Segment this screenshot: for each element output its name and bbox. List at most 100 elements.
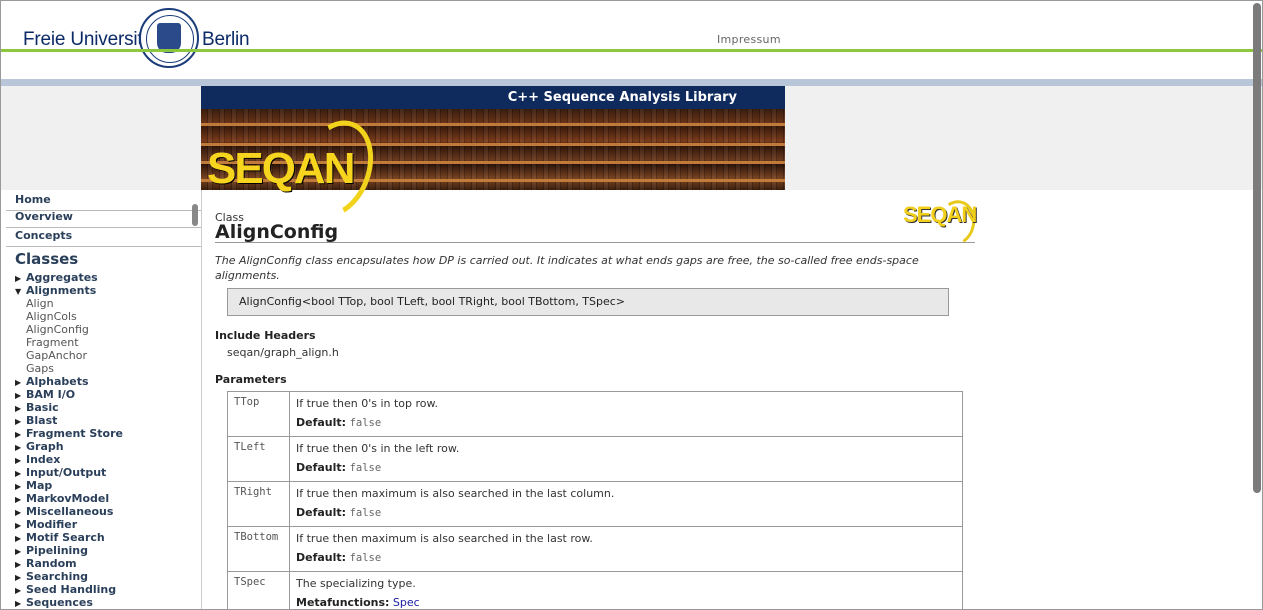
expand-arrow-icon[interactable]: ▶ xyxy=(15,417,26,426)
class-group-item[interactable]: ▶ Modifier xyxy=(15,518,77,531)
class-link[interactable]: AlignConfig xyxy=(26,323,89,336)
parameters-table: TTop If true then 0's in top row. Default:… xyxy=(227,391,963,609)
page-scrollbar[interactable] xyxy=(1253,3,1261,493)
university-name[interactable]: Freie Universität xyxy=(23,29,158,51)
param-name: TTop xyxy=(227,391,290,437)
class-group-item[interactable]: ▶ Motif Search xyxy=(15,531,105,544)
default-value: false xyxy=(349,507,382,519)
expand-arrow-icon[interactable]: ▶ xyxy=(15,274,26,283)
param-name: TLeft xyxy=(227,436,290,482)
sidebar: Home Overview Concepts Classes ▶ Aggregat… xyxy=(6,190,201,609)
seqan-banner: C++ Sequence Analysis Library SEQAN xyxy=(201,86,785,228)
impressum-link[interactable]: Impressum xyxy=(717,33,781,46)
class-group-item[interactable]: ▶ Alphabets xyxy=(15,375,89,388)
param-default: Default: false xyxy=(296,506,382,519)
banner-title: C++ Sequence Analysis Library xyxy=(507,90,737,105)
university-city[interactable]: Berlin xyxy=(202,29,250,51)
expand-arrow-icon[interactable]: ▶ xyxy=(15,573,26,582)
class-group-item[interactable]: ▶ BAM I/O xyxy=(15,388,75,401)
class-group-item[interactable]: ▶ Miscellaneous xyxy=(15,505,113,518)
expand-arrow-icon[interactable]: ▶ xyxy=(15,482,26,491)
param-description: If true then 0's in the left row. xyxy=(296,442,460,455)
param-default: Default: false xyxy=(296,416,382,429)
expand-arrow-icon[interactable]: ▶ xyxy=(15,391,26,400)
bookshelf-image: SEQAN xyxy=(201,109,785,228)
sidebar-divider xyxy=(201,190,202,609)
class-link[interactable]: Fragment xyxy=(26,336,79,349)
class-link[interactable]: GapAnchor xyxy=(26,349,87,362)
expand-arrow-icon[interactable]: ▶ xyxy=(15,495,26,504)
default-value: false xyxy=(349,417,382,429)
title-rule xyxy=(215,242,975,243)
param-row: TSpec The specializing type. Metafunctions… xyxy=(227,571,963,609)
sidebar-scrollbar[interactable] xyxy=(192,204,198,226)
expand-arrow-icon[interactable]: ▶ xyxy=(15,404,26,413)
class-group-item[interactable]: ▶ Graph xyxy=(15,440,64,453)
expand-arrow-icon[interactable]: ▶ xyxy=(15,456,26,465)
param-default: Default: false xyxy=(296,461,382,474)
param-row: TBottom If true then maximum is also sear… xyxy=(227,526,963,572)
param-name: TSpec xyxy=(227,571,290,609)
spec-link[interactable]: Spec xyxy=(393,596,420,609)
class-group-item[interactable]: ▶ Fragment Store xyxy=(15,427,123,440)
signature-box: AlignConfig<bool TTop, bool TLeft, bool … xyxy=(227,288,949,316)
expand-arrow-icon[interactable]: ▶ xyxy=(15,586,26,595)
nav-overview[interactable]: Overview xyxy=(15,210,73,223)
class-group-item[interactable]: ▶ Basic xyxy=(15,401,59,414)
param-row: TRight If true then maximum is also searc… xyxy=(227,481,963,527)
param-row: TTop If true then 0's in top row. Default:… xyxy=(227,391,963,437)
expand-arrow-icon[interactable]: ▶ xyxy=(15,560,26,569)
collapse-arrow-icon[interactable]: ▼ xyxy=(15,287,26,296)
expand-arrow-icon[interactable]: ▶ xyxy=(15,469,26,478)
header-bar xyxy=(1,79,1262,86)
page-title: AlignConfig xyxy=(215,221,339,243)
class-group-item[interactable]: ▶ Index xyxy=(15,453,60,466)
seqan-small-logo: SEQAN xyxy=(903,202,977,227)
class-group-item[interactable]: ▶ MarkovModel xyxy=(15,492,109,505)
param-default: Default: false xyxy=(296,551,382,564)
param-metafunctions: Metafunctions: Spec xyxy=(296,596,420,609)
nav-concepts[interactable]: Concepts xyxy=(15,229,72,242)
class-group-item[interactable]: ▶ Pipelining xyxy=(15,544,88,557)
class-group-item[interactable]: ▶ Aggregates xyxy=(15,271,98,284)
university-seal-icon[interactable] xyxy=(139,8,199,68)
nav-home[interactable]: Home xyxy=(15,193,51,206)
header-divider xyxy=(1,49,1262,52)
expand-arrow-icon[interactable]: ▶ xyxy=(15,430,26,439)
class-group-item[interactable]: ▼ Alignments xyxy=(15,284,96,297)
class-link[interactable]: Gaps xyxy=(26,362,54,375)
class-link[interactable]: AlignCols xyxy=(26,310,77,323)
include-heading: Include Headers xyxy=(215,329,316,342)
expand-arrow-icon[interactable]: ▶ xyxy=(15,599,26,608)
include-file: seqan/graph_align.h xyxy=(227,346,339,359)
param-description: If true then 0's in top row. xyxy=(296,397,438,410)
default-value: false xyxy=(349,552,382,564)
expand-arrow-icon[interactable]: ▶ xyxy=(15,521,26,530)
expand-arrow-icon[interactable]: ▶ xyxy=(15,378,26,387)
class-group-item[interactable]: ▶ Sequences xyxy=(15,596,93,609)
param-description: If true then maximum is also searched in… xyxy=(296,532,593,545)
param-row: TLeft If true then 0's in the left row. De… xyxy=(227,436,963,482)
class-group-item[interactable]: ▶ Blast xyxy=(15,414,57,427)
expand-arrow-icon[interactable]: ▶ xyxy=(15,443,26,452)
class-group-item[interactable]: ▶ Map xyxy=(15,479,52,492)
class-group-item[interactable]: ▶ Seed Handling xyxy=(15,583,116,596)
parameters-heading: Parameters xyxy=(215,373,287,386)
default-value: false xyxy=(349,462,382,474)
class-group-item[interactable]: ▶ Input/Output xyxy=(15,466,106,479)
classes-heading: Classes xyxy=(15,250,79,268)
expand-arrow-icon[interactable]: ▶ xyxy=(15,508,26,517)
param-description: The specializing type. xyxy=(296,577,416,590)
seqan-logo: SEQAN xyxy=(207,144,355,193)
param-description: If true then maximum is also searched in… xyxy=(296,487,615,500)
class-description: The AlignConfig class encapsulates how D… xyxy=(215,254,919,282)
class-group-item[interactable]: ▶ Random xyxy=(15,557,77,570)
class-link[interactable]: Align xyxy=(26,297,54,310)
browser-page: Freie Universität Berlin Impressum C++ S… xyxy=(0,0,1263,610)
expand-arrow-icon[interactable]: ▶ xyxy=(15,547,26,556)
class-group-item[interactable]: ▶ Searching xyxy=(15,570,88,583)
param-name: TRight xyxy=(227,481,290,527)
university-header: Freie Universität Berlin Impressum xyxy=(1,1,1262,79)
param-name: TBottom xyxy=(227,526,290,572)
expand-arrow-icon[interactable]: ▶ xyxy=(15,534,26,543)
